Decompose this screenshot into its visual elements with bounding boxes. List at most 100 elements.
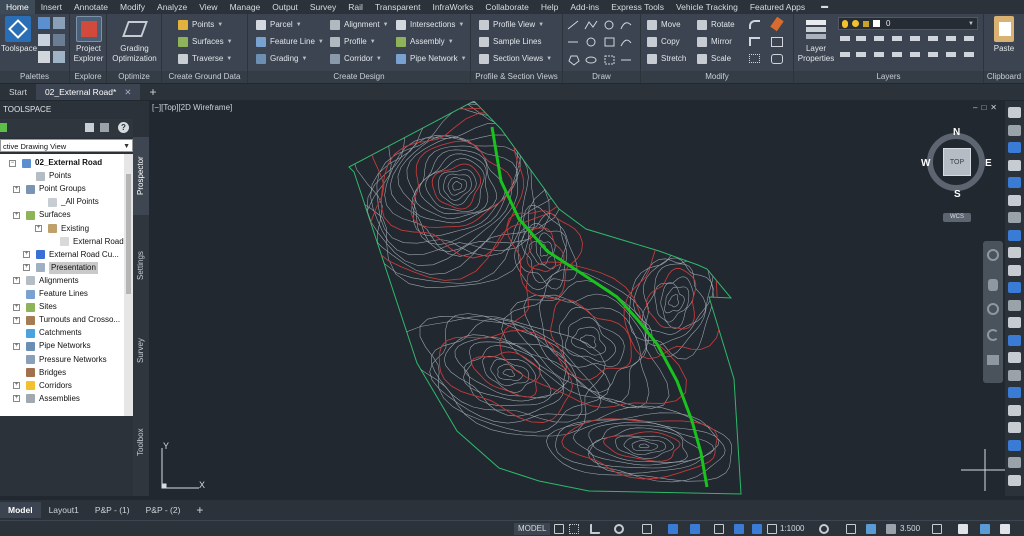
elevation-value[interactable]: 3.500	[900, 523, 920, 535]
mirror-button[interactable]: Mirror	[697, 35, 732, 49]
toolspace-scrollbar[interactable]	[124, 154, 133, 416]
tool-strip-button[interactable]	[1008, 229, 1021, 241]
tree-node[interactable]: Catchments	[26, 327, 82, 339]
menu-item-add-ins[interactable]: Add-ins	[564, 0, 605, 14]
layout-tab-p-p-2[interactable]: P&P - (2)	[138, 502, 189, 518]
elevation-icon[interactable]	[886, 524, 896, 534]
tool-strip-button[interactable]	[1008, 159, 1021, 171]
orbit-icon[interactable]	[987, 329, 999, 341]
layers-panel-title[interactable]: Layers	[794, 71, 983, 83]
viewcube-top-face[interactable]: TOP	[943, 148, 971, 176]
sheet-set-icon[interactable]	[38, 51, 50, 63]
zoom-extents-icon[interactable]	[987, 303, 999, 315]
surfaces-button[interactable]: Surfaces ▼	[178, 35, 233, 49]
tree-expander-icon[interactable]: +	[13, 342, 20, 350]
annotation-visibility-icon[interactable]	[734, 524, 744, 534]
steering-wheel-icon[interactable]	[987, 249, 999, 261]
layer-properties-button[interactable]: Layer Properties	[796, 16, 836, 64]
model-space-toggle[interactable]: MODEL	[514, 523, 551, 535]
tree-node[interactable]: Alignments	[26, 275, 79, 287]
corridor-button[interactable]: Corridor ▼	[330, 52, 382, 66]
erase-icon[interactable]	[770, 16, 784, 32]
fillet-icon[interactable]	[749, 20, 760, 29]
grading-optimization-button[interactable]: Grading Optimization	[109, 16, 160, 64]
alignment-button[interactable]: Alignment ▼	[330, 18, 389, 32]
parcel-button[interactable]: Parcel ▼	[256, 18, 302, 32]
tool-strip-button[interactable]	[1008, 264, 1021, 276]
tree-expander-icon[interactable]: −	[9, 159, 16, 167]
object-snap-tracking-icon[interactable]	[668, 524, 678, 534]
layout-tab-p-p-1[interactable]: P&P - (1)	[87, 502, 138, 518]
explode-icon[interactable]	[771, 37, 783, 47]
tree-node[interactable]: Pipe Networks	[26, 340, 91, 352]
sample-lines-button[interactable]: Sample Lines	[479, 35, 541, 49]
menu-item-view[interactable]: View	[193, 0, 223, 14]
viewcube-south[interactable]: S	[954, 189, 961, 200]
pan-icon[interactable]	[988, 279, 998, 291]
tool-strip-button[interactable]	[1008, 124, 1021, 136]
wcs-menu[interactable]: WCS	[943, 213, 971, 222]
tab-survey[interactable]: Survey	[133, 312, 149, 390]
settings-icon[interactable]	[53, 17, 65, 29]
tool-strip-button[interactable]	[1008, 422, 1021, 433]
profile-button[interactable]: Profile ▼	[330, 35, 376, 49]
viewcube-north[interactable]: N	[953, 127, 960, 138]
drawing-canvas[interactable]: Y X	[149, 101, 1005, 496]
menu-item-analyze[interactable]: Analyze	[151, 0, 193, 14]
tool-strip-button[interactable]	[1008, 282, 1021, 293]
tree-node[interactable]: External Road...	[60, 236, 124, 248]
auto-scale-icon[interactable]	[752, 524, 762, 534]
menu-item-home[interactable]: Home	[0, 0, 35, 14]
create-ground-data-panel-title[interactable]: Create Ground Data	[162, 71, 247, 83]
draw-panel-title[interactable]: Draw	[563, 71, 640, 83]
tree-expander-icon[interactable]: +	[35, 225, 42, 232]
section-views-button[interactable]: Section Views ▼	[479, 52, 552, 66]
annotation-monitor-icon[interactable]	[846, 524, 856, 534]
tree-node[interactable]: Sites	[26, 301, 57, 313]
menu-item-output[interactable]: Output	[266, 0, 304, 14]
layer-dropdown[interactable]: 0 ▼	[838, 17, 978, 30]
start-tab[interactable]: Start	[0, 84, 36, 100]
snap-icon[interactable]	[569, 524, 579, 534]
menu-item-vehicle-tracking[interactable]: Vehicle Tracking	[670, 0, 744, 14]
menu-item-collaborate[interactable]: Collaborate	[479, 0, 534, 14]
traverse-button[interactable]: Traverse ▼	[178, 52, 232, 66]
tab-settings[interactable]: Settings	[133, 227, 149, 305]
grid-icon[interactable]	[554, 524, 564, 534]
tree-node[interactable]: Presentation	[36, 261, 98, 274]
tool-strip-button[interactable]	[1008, 194, 1021, 206]
tool-strip-button[interactable]	[1008, 107, 1021, 118]
tree-node[interactable]: Feature Lines	[26, 288, 88, 300]
clean-screen-icon[interactable]	[980, 524, 990, 534]
annotation-scale-icon[interactable]	[767, 524, 777, 534]
new-tab-button[interactable]: +	[140, 84, 165, 100]
menu-item-help[interactable]: Help	[535, 0, 564, 14]
tool-strip-button[interactable]	[1008, 212, 1021, 223]
workspace-gear-icon[interactable]	[819, 524, 829, 534]
tab-prospector[interactable]: Prospector	[133, 137, 149, 215]
tree-node[interactable]: Surfaces	[26, 209, 71, 221]
customization-icon[interactable]	[1000, 524, 1010, 534]
isodraft-icon[interactable]	[642, 524, 652, 534]
tree-expander-icon[interactable]: +	[13, 277, 20, 285]
draw-tools-icons[interactable]	[563, 16, 641, 71]
tool-palettes-icon[interactable]	[53, 34, 65, 46]
toolspace-button[interactable]: Toolspace	[1, 16, 37, 54]
tree-expander-icon[interactable]: +	[13, 185, 20, 193]
modify-panel-title[interactable]: Modify	[641, 71, 793, 83]
tree-node[interactable]: Pressure Networks	[26, 354, 107, 366]
menu-item-insert[interactable]: Insert	[35, 0, 68, 14]
array-icon[interactable]	[749, 54, 760, 63]
tree-expander-icon[interactable]: +	[13, 382, 20, 390]
tool-strip-button[interactable]	[1008, 299, 1021, 311]
annotation-scale-value[interactable]: 1:1000	[780, 523, 804, 535]
grading-button[interactable]: Grading ▼	[256, 52, 307, 66]
view-mode-dropdown[interactable]: ctive Drawing View ▼	[0, 139, 133, 152]
tree-expander-icon[interactable]: +	[23, 251, 30, 259]
menu-item-express-tools[interactable]: Express Tools	[605, 0, 670, 14]
object-snap-icon[interactable]	[690, 524, 700, 534]
drawing-viewport[interactable]: [−][Top][2D Wireframe] –□✕ Y X TOP N S E…	[149, 101, 1005, 496]
help-icon[interactable]: ?	[118, 122, 129, 133]
layout-tab-layout1[interactable]: Layout1	[41, 502, 87, 518]
feature-line-button[interactable]: Feature Line ▼	[256, 35, 324, 49]
